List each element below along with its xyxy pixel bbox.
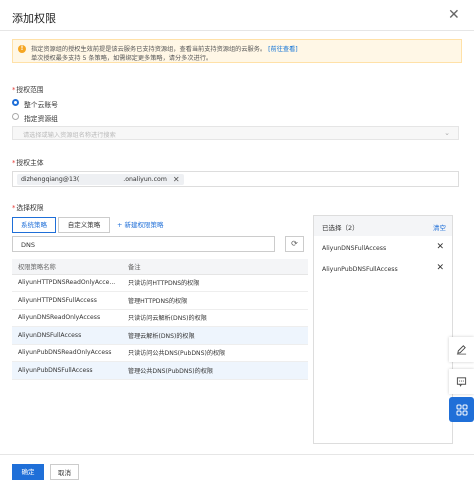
- principal-label: *授权主体: [12, 159, 44, 167]
- feedback-icon[interactable]: [449, 369, 474, 394]
- policy-search-input[interactable]: DNS: [12, 236, 275, 252]
- tab-custom-policy[interactable]: 自定义策略: [58, 217, 110, 233]
- confirm-button[interactable]: 确定: [12, 464, 44, 480]
- policy-name: AliyunDNSReadOnlyAccess: [12, 309, 122, 327]
- policy-name: AliyunPubDNSFullAccess: [12, 361, 122, 380]
- header-divider: [0, 30, 474, 31]
- tab-system-policy[interactable]: 系统策略: [12, 217, 56, 233]
- principal-tag: dizhengqiang@13( .onaliyun.com ✕: [17, 174, 184, 185]
- table-row[interactable]: AliyunDNSFullAccess 管理云解析(DNS)的权限: [12, 326, 308, 345]
- refresh-icon[interactable]: ⟳: [285, 236, 304, 252]
- policy-name: AliyunHTTPDNSReadOnlyAcce...: [12, 274, 122, 292]
- selected-item: AliyunDNSFullAccess: [322, 245, 387, 252]
- scope-option-account[interactable]: 整个云账号: [24, 99, 58, 109]
- principal-tag-user: dizhengqiang@13(: [21, 176, 80, 183]
- clear-selected-button[interactable]: 清空: [433, 222, 446, 232]
- table-row[interactable]: AliyunDNSReadOnlyAccess 只读访问云解析(DNS)的权限: [12, 309, 308, 327]
- policy-note: 只读访问公共DNS(PubDNS)的权限: [122, 344, 308, 362]
- table-row[interactable]: AliyunPubDNSFullAccess 管理公共DNS(PubDNS)的权限: [12, 361, 308, 380]
- scope-label: *授权范围: [12, 86, 44, 94]
- policy-name: AliyunPubDNSReadOnlyAccess: [12, 344, 122, 362]
- column-note: 备注: [122, 259, 308, 275]
- selected-item: AliyunPubDNSFullAccess: [322, 266, 398, 273]
- policy-note: 管理HTTPDNS的权限: [122, 291, 308, 310]
- warning-icon: !: [18, 45, 26, 53]
- edit-icon[interactable]: [449, 337, 474, 362]
- table-row[interactable]: AliyunHTTPDNSReadOnlyAcce... 只读访问HTTPDNS的…: [12, 274, 308, 292]
- remove-selected-icon[interactable]: ✕: [436, 263, 444, 273]
- policy-search-value: DNS: [21, 241, 35, 249]
- principal-input[interactable]: dizhengqiang@13( .onaliyun.com ✕: [12, 171, 459, 187]
- policies-label: *选择权限: [12, 204, 44, 212]
- dialog-title: 添加权限: [12, 12, 56, 25]
- notice-banner: ! 指定资源组的授权生效前提是该云服务已支持资源组，查看当前支持资源组的云服务。…: [12, 39, 462, 63]
- table-row[interactable]: AliyunPubDNSReadOnlyAccess 只读访问公共DNS(PubD…: [12, 344, 308, 362]
- policy-note: 管理公共DNS(PubDNS)的权限: [122, 361, 308, 380]
- table-row[interactable]: AliyunHTTPDNSFullAccess 管理HTTPDNS的权限: [12, 291, 308, 310]
- remove-selected-icon[interactable]: ✕: [436, 242, 444, 252]
- view-supported-link[interactable]: [前往查看]: [268, 46, 298, 53]
- principal-tag-domain: .onaliyun.com: [123, 176, 167, 183]
- column-policy-name: 权限策略名称: [12, 259, 122, 275]
- scope-option-resource-group[interactable]: 指定资源组: [24, 113, 58, 123]
- selected-panel-header: 已选择（2） 清空: [314, 216, 452, 236]
- footer-divider: [0, 454, 474, 455]
- notice-line-2: 单次授权最多支持 5 条策略，如需绑定更多策略，请分多次进行。: [31, 55, 213, 62]
- resource-group-placeholder: 请选择或输入资源组名称进行搜索: [23, 132, 116, 139]
- selected-panel: 已选择（2） 清空 AliyunDNSFullAccess ✕ AliyunPu…: [313, 215, 453, 444]
- scope-radio-resource-group[interactable]: [12, 113, 19, 120]
- policy-note: 只读访问云解析(DNS)的权限: [122, 309, 308, 327]
- close-icon[interactable]: ✕: [448, 7, 460, 23]
- policy-note: 只读访问HTTPDNS的权限: [122, 274, 308, 292]
- apps-grid-icon[interactable]: [449, 397, 474, 422]
- cancel-button[interactable]: 取消: [50, 464, 79, 480]
- scope-radio-account[interactable]: [12, 99, 19, 106]
- policy-note: 管理云解析(DNS)的权限: [122, 326, 308, 345]
- policy-name: AliyunDNSFullAccess: [12, 326, 122, 345]
- tag-remove-icon[interactable]: ✕: [173, 175, 180, 184]
- policy-name: AliyunHTTPDNSFullAccess: [12, 291, 122, 310]
- policy-table-header: 权限策略名称 备注: [12, 259, 308, 275]
- new-policy-link[interactable]: + 新建权限策略: [117, 219, 164, 229]
- selected-title: 已选择（2）: [322, 224, 359, 232]
- policy-table: 权限策略名称 备注 AliyunHTTPDNSReadOnlyAcce... 只读…: [12, 259, 308, 380]
- notice-line-1: 指定资源组的授权生效前提是该云服务已支持资源组，查看当前支持资源组的云服务。 […: [31, 46, 298, 53]
- resource-group-select[interactable]: 请选择或输入资源组名称进行搜索 ⌄: [12, 126, 459, 140]
- chevron-down-icon: ⌄: [444, 129, 450, 137]
